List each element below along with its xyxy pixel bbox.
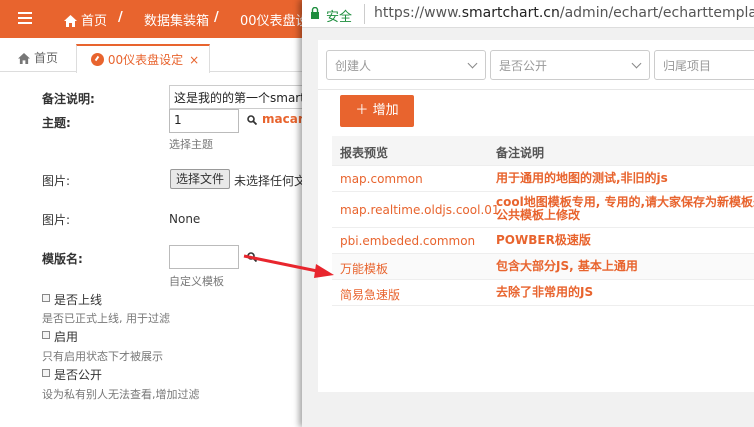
remark-input[interactable]: 这是我的的第一个smartc [169, 85, 309, 109]
row-name-link[interactable]: 简易急速版 [340, 286, 400, 303]
row-remark-continued: 公共模板上修改 [496, 208, 581, 222]
table-row: map.realtime.oldjs.cool.01 cool地图模板专用, 专… [332, 192, 754, 228]
table-row: 简易急速版 去除了非常用的JS [332, 280, 754, 306]
theme-hint: 选择主题 [169, 138, 213, 151]
template-name-hint: 自定义模板 [169, 275, 224, 288]
enabled-hint: 只有启用状态下才被展示 [42, 350, 163, 363]
table-header: 报表预览 备注说明 [332, 136, 754, 166]
admin-window: 首页 / 数据集装箱 / 00仪表盘设 首页 00仪表盘设定 × 备注说明: 这是… [0, 0, 320, 427]
image-label-current: 图片: [42, 213, 71, 227]
chevron-down-icon [467, 58, 478, 69]
row-name-link[interactable]: map.realtime.oldjs.cool.01 [340, 203, 500, 217]
row-remark: 去除了非常用的JS [496, 285, 594, 299]
creator-filter-select[interactable]: 创建人 [326, 50, 486, 80]
theme-input[interactable]: 1 [169, 109, 239, 133]
home-icon [64, 15, 77, 27]
enabled-checkbox[interactable] [42, 331, 50, 339]
project-filter-select[interactable]: 归尾项目 [654, 50, 754, 80]
breadcrumb-home-label: 首页 [81, 14, 108, 29]
url-prefix: https://www. [374, 5, 462, 21]
remark-label: 备注说明: [42, 92, 95, 106]
tab-bar: 首页 00仪表盘设定 × [0, 44, 320, 73]
theme-label: 主题: [42, 116, 71, 130]
add-button[interactable]: ＋ 增加 [340, 95, 414, 127]
tab-home[interactable]: 首页 [18, 44, 58, 72]
online-label: 是否上线 [54, 293, 103, 307]
table-row: map.common 用于通用的地图的测试,非旧的js [332, 166, 754, 192]
image-value: None [169, 212, 201, 226]
public-label: 是否公开 [54, 368, 103, 382]
tab-home-label: 首页 [34, 51, 59, 65]
hamburger-menu-icon[interactable] [18, 12, 32, 24]
table-row: pbi.embeded.common POWBER极速版 [332, 228, 754, 254]
search-icon[interactable] [247, 115, 257, 125]
image-label: 图片: [42, 174, 71, 188]
template-name-label: 模版名: [42, 252, 83, 266]
row-remark: 包含大部分JS, 基本上通用 [496, 259, 638, 273]
filter-row: 创建人 是否公开 归尾项目 [318, 40, 754, 90]
project-filter-placeholder: 归尾项目 [663, 59, 712, 73]
secure-label: 安全 [326, 10, 353, 25]
lock-icon [311, 7, 319, 19]
url-path: /admin/echart/echarttemplate [559, 5, 754, 21]
add-button-label: 增加 [372, 103, 399, 118]
row-name-link[interactable]: 万能模板 [340, 260, 388, 277]
public-checkbox[interactable] [42, 369, 50, 377]
public-hint: 设为私有别人无法查看,增加过滤 [42, 388, 200, 401]
chevron-down-icon [631, 58, 642, 69]
row-name-link[interactable]: pbi.embeded.common [340, 234, 475, 248]
table-row: 万能模板 包含大部分JS, 基本上通用 [332, 254, 754, 280]
admin-topbar: 首页 / 数据集装箱 / 00仪表盘设 [0, 0, 320, 38]
row-remark: 用于通用的地图的测试,非旧的js [496, 171, 668, 185]
breadcrumb-separator: / [118, 10, 123, 25]
tab-dashboard-settings[interactable]: 00仪表盘设定 × [76, 44, 210, 73]
enabled-label: 启用 [54, 330, 79, 344]
choose-file-button[interactable]: 选择文件 [170, 169, 231, 189]
public-filter-placeholder: 是否公开 [499, 59, 548, 73]
close-icon[interactable]: × [189, 53, 199, 67]
breadcrumb-home[interactable]: 首页 [64, 10, 107, 29]
row-name-link[interactable]: map.common [340, 172, 423, 186]
annotation-arrow-icon [243, 254, 334, 278]
url-domain: smartchart.cn [461, 5, 560, 21]
plus-icon: ＋ [355, 103, 369, 118]
breadcrumb-separator: / [214, 10, 219, 25]
file-status: 未选择任何文 [234, 174, 307, 188]
url-divider [364, 4, 365, 24]
online-hint: 是否已正式上线, 用于过滤 [42, 312, 170, 325]
template-list-panel: 创建人 是否公开 归尾项目 ＋ 增加 报表预览 备注说明 map.common … [318, 40, 754, 392]
breadcrumb-dataset[interactable]: 数据集装箱 [144, 10, 209, 29]
dashboard-icon [91, 53, 104, 66]
browser-popup-window: 安全 https://www.smartchart.cn/admin/echar… [302, 0, 754, 427]
address-bar[interactable]: 安全 https://www.smartchart.cn/admin/echar… [302, 0, 754, 28]
home-icon [18, 53, 30, 64]
public-filter-select[interactable]: 是否公开 [490, 50, 650, 80]
online-checkbox[interactable] [42, 294, 50, 302]
template-name-input[interactable] [169, 245, 239, 269]
column-header-remark[interactable]: 备注说明 [496, 144, 544, 161]
breadcrumb-current: 00仪表盘设 [240, 14, 309, 29]
creator-filter-placeholder: 创建人 [335, 59, 372, 73]
column-header-preview[interactable]: 报表预览 [340, 144, 388, 161]
row-remark: POWBER极速版 [496, 233, 591, 247]
url-text[interactable]: https://www.smartchart.cn/admin/echart/e… [374, 5, 754, 21]
tab-dashboard-settings-label: 00仪表盘设定 [107, 53, 184, 67]
